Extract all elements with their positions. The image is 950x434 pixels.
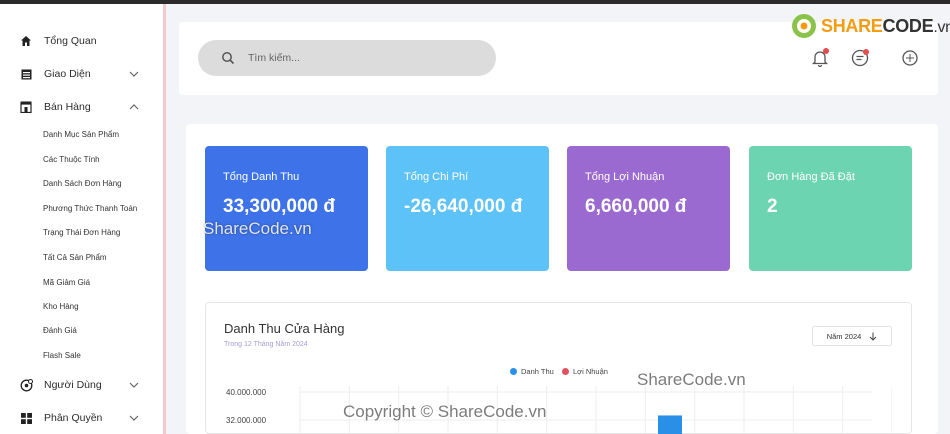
revenue-chart: 40.000.000 32.000.000 [226, 386, 892, 434]
search-input[interactable] [248, 48, 478, 68]
chart-subtitle: Trong 12 Tháng Năm 2024 [224, 341, 308, 348]
user-settings-icon [19, 378, 33, 392]
submenu-item-payment-methods[interactable]: Phương Thức Thanh Toán [43, 204, 137, 213]
y-tick-label: 32.000.000 [226, 416, 267, 425]
sidebar-item-label: Giao Diện [44, 68, 91, 80]
sidebar-item-label: Bán Hàng [44, 101, 91, 113]
chart-title: Danh Thu Cửa Hàng [224, 321, 345, 336]
layout-icon [19, 67, 33, 81]
sharecode-logo: SHARECODE.vn [790, 10, 950, 42]
search-icon [222, 52, 235, 65]
chevron-down-icon [129, 71, 139, 77]
watermark-center: ShareCode.vn [203, 219, 312, 238]
chevron-down-icon [129, 382, 139, 388]
stat-value: 2 [767, 196, 778, 217]
submenu-item-warehouse[interactable]: Kho Hàng [43, 302, 79, 311]
chevron-down-icon [129, 415, 139, 421]
stat-card-revenue: Tổng Danh Thu 33,300,000 đ [205, 146, 368, 271]
stat-title: Tổng Lợi Nhuận [585, 171, 665, 183]
stat-card-profit: Tổng Lợi Nhuận 6,660,000 đ [567, 146, 730, 271]
year-select-button[interactable]: Năm 2024 [812, 326, 892, 346]
sidebar-item-label: Tổng Quan [44, 35, 97, 47]
watermark-right: ShareCode.vn [637, 370, 746, 389]
submenu-item-reviews[interactable]: Đánh Giá [43, 326, 77, 335]
y-tick-label: 40.000.000 [226, 388, 267, 397]
submenu-item-order-list[interactable]: Danh Sách Đơn Hàng [43, 179, 122, 188]
stat-title: Đơn Hàng Đã Đặt [767, 171, 855, 183]
sidebar-item-label: Người Dùng [44, 379, 102, 391]
sidebar-item-overview[interactable]: Tổng Quan [0, 30, 160, 52]
stat-value: 6,660,000 đ [585, 196, 687, 217]
sidebar-item-permissions[interactable]: Phân Quyền [0, 407, 160, 429]
stat-value: 33,300,000 đ [223, 196, 335, 217]
grid-icon [19, 411, 33, 425]
sidebar-item-interface[interactable]: Giao Diện [0, 63, 160, 85]
stat-title: Tổng Danh Thu [223, 171, 300, 183]
year-select-label: Năm 2024 [826, 331, 862, 341]
stat-title: Tổng Chi Phí [404, 171, 469, 183]
sidebar-item-users[interactable]: Người Dùng [0, 374, 160, 396]
submenu-item-order-status[interactable]: Trạng Thái Đơn Hàng [43, 228, 120, 237]
submenu-item-product-categories[interactable]: Danh Mục Sản Phẩm [43, 130, 119, 139]
logo-icon [792, 14, 816, 38]
arrow-down-icon [869, 332, 877, 341]
sidebar-item-label: Phân Quyền [44, 412, 103, 424]
submenu-item-attributes[interactable]: Các Thuộc Tính [43, 155, 100, 164]
bar-revenue [658, 415, 682, 434]
chevron-up-icon [129, 104, 139, 110]
avatar[interactable] [900, 48, 920, 68]
sidebar-scrollbar[interactable] [163, 4, 166, 434]
message-badge [863, 49, 869, 55]
submenu-item-coupons[interactable]: Mã Giảm Giá [43, 278, 90, 287]
home-icon [19, 34, 33, 48]
watermark-bottom: Copyright © ShareCode.vn [343, 402, 547, 421]
search-bar[interactable] [198, 40, 496, 76]
submenu-item-flash-sale[interactable]: Flash Sale [43, 351, 81, 360]
stat-card-expense: Tổng Chi Phí -26,640,000 đ [386, 146, 549, 271]
notification-badge [823, 48, 829, 54]
submenu-item-all-products[interactable]: Tất Cả Sản Phẩm [43, 253, 107, 262]
stat-card-orders: Đơn Hàng Đã Đặt 2 [749, 146, 912, 271]
sidebar-item-sales[interactable]: Bán Hàng [0, 96, 160, 118]
stat-value: -26,640,000 đ [404, 196, 523, 217]
store-icon [19, 100, 33, 114]
